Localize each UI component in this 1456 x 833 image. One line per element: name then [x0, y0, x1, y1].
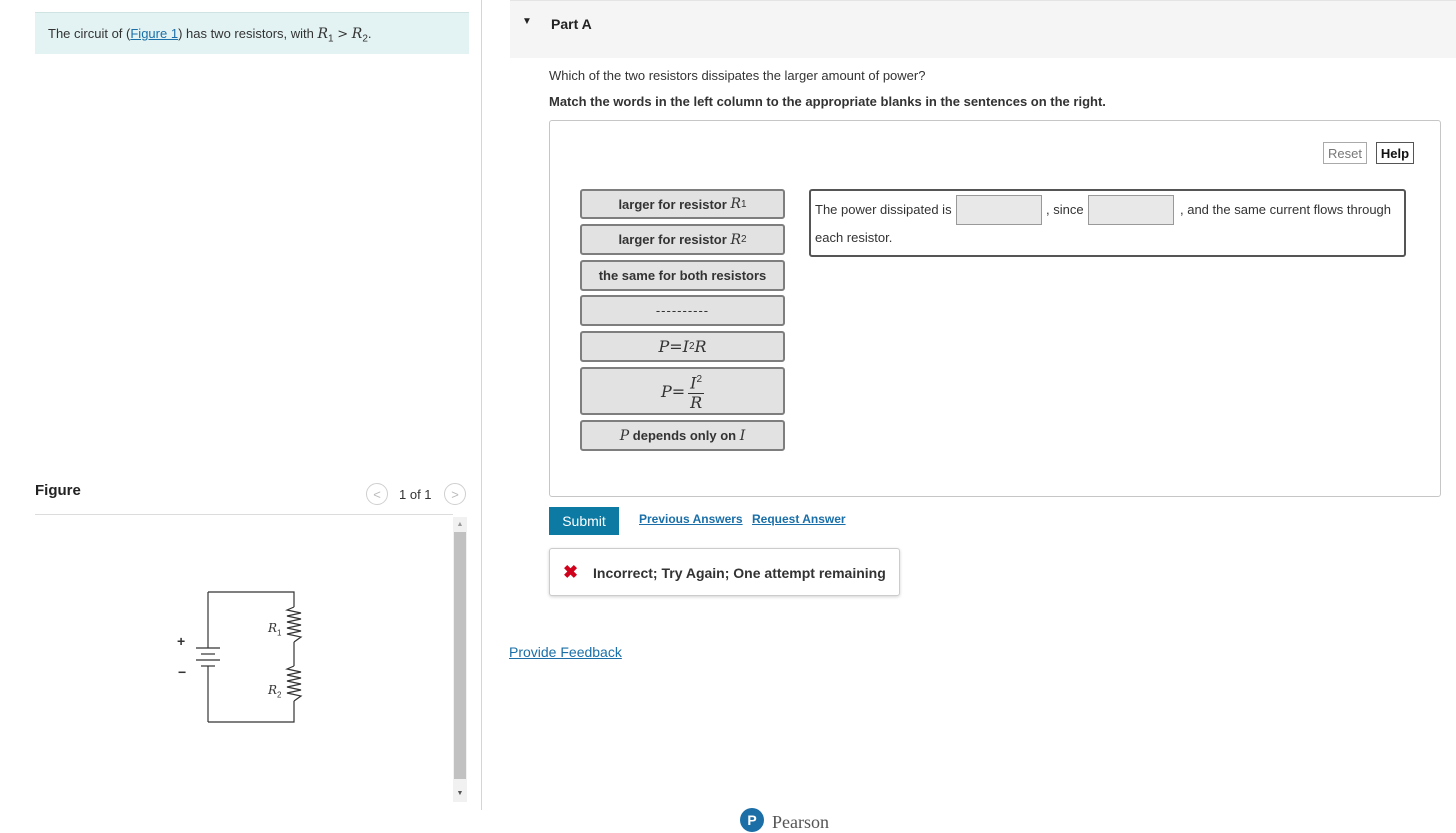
circuit-r2-label: R2 — [268, 683, 282, 699]
circuit-r2-var: R — [268, 683, 278, 697]
intro-gt: > — [337, 27, 349, 42]
intro-r1-sub: 1 — [328, 33, 334, 45]
next-figure-button[interactable]: > — [444, 483, 466, 505]
chip-i2overr-den: R — [690, 392, 703, 412]
figure-pager-count: 1 of 1 — [399, 487, 432, 502]
chip-i2overr-eq: = — [671, 381, 686, 401]
drop-blank-2[interactable] — [1088, 195, 1174, 225]
provide-feedback-link[interactable]: Provide Feedback — [509, 644, 622, 660]
scroll-up-arrow-icon[interactable]: ▲ — [453, 517, 467, 531]
feedback-message: Incorrect; Try Again; One attempt remain… — [593, 565, 886, 581]
reset-button[interactable]: Reset — [1323, 142, 1367, 164]
column-divider — [481, 0, 482, 810]
chip-same-for-both[interactable]: the same for both resistors — [580, 260, 785, 291]
intro-r1: R — [317, 26, 329, 42]
previous-figure-button[interactable]: < — [366, 483, 388, 505]
part-title: Part A — [551, 16, 592, 32]
chip-depends-p: P — [619, 427, 630, 444]
chip-p-equals-i2-over-r[interactable]: P = I2 R — [580, 367, 785, 415]
sentence-part-1: The power dissipated is — [815, 202, 952, 217]
chip-i2r-p: P — [658, 337, 670, 356]
scrollbar-thumb[interactable] — [454, 532, 466, 779]
sentence-part-3: , and the same current flows through — [1180, 202, 1392, 217]
intro-prefix: The circuit of ( — [48, 26, 131, 41]
chip-larger-for-r2[interactable]: larger for resistor R2 — [580, 224, 785, 255]
chip-i2overr-p: P — [660, 381, 672, 401]
scroll-down-arrow-icon[interactable]: ▼ — [453, 786, 467, 800]
circuit-r1-sub: 1 — [277, 628, 282, 638]
intro-period: . — [367, 26, 372, 41]
question-text: Which of the two resistors dissipates th… — [549, 68, 926, 83]
battery-plus-sign: + — [177, 633, 186, 649]
chip-depends-i: I — [739, 427, 746, 444]
intro-r2: R — [351, 26, 363, 42]
incorrect-x-icon: ✖ — [563, 562, 579, 582]
chip-i2r-eq: = — [669, 337, 683, 356]
circuit-r2-sub: 2 — [277, 690, 282, 700]
submit-button[interactable]: Submit — [549, 507, 619, 535]
chip-larger-for-r1[interactable]: larger for resistor R1 — [580, 189, 785, 219]
chevron-right-icon: > — [451, 486, 459, 502]
chip-p-equals-i2r[interactable]: P = I2R — [580, 331, 785, 362]
help-button[interactable]: Help — [1376, 142, 1414, 164]
figure-title: Figure — [35, 482, 81, 499]
chip-r2-text: larger for resistor — [618, 232, 727, 247]
part-header[interactable] — [510, 0, 1456, 58]
sentence-part-4: each resistor. — [815, 230, 893, 245]
chip-r1-sub: 1 — [740, 198, 747, 210]
figure-1-link[interactable]: Figure 1 — [130, 26, 178, 41]
chip-i2r-r: R — [694, 337, 707, 356]
instruction-text: Match the words in the left column to th… — [549, 94, 1106, 109]
battery-minus-sign: − — [178, 664, 187, 680]
request-answer-link[interactable]: Request Answer — [752, 512, 846, 526]
pearson-brand: Pearson — [772, 812, 829, 832]
previous-answers-link[interactable]: Previous Answers — [639, 512, 743, 526]
sentence-part-2: , since — [1046, 202, 1084, 217]
chip-r1-text: larger for resistor — [618, 196, 727, 212]
collapse-caret-icon[interactable]: ▼ — [522, 16, 532, 27]
chip-dashes[interactable]: ---------- — [580, 295, 785, 326]
chip-p-depends-only-on-i[interactable]: P depends only on I — [580, 420, 785, 451]
circuit-diagram — [196, 591, 303, 723]
fraction-numerator: I2 — [688, 371, 705, 394]
chip-r2-var: R — [730, 231, 741, 248]
chip-r2-sub: 2 — [740, 234, 747, 245]
chip-i2overr-exp: 2 — [696, 374, 703, 386]
fraction: I2 R — [688, 371, 705, 412]
figure-divider — [35, 514, 453, 515]
circuit-r1-label: R1 — [268, 621, 282, 637]
drop-blank-1[interactable] — [956, 195, 1042, 225]
chip-r1-var: R — [730, 196, 741, 212]
problem-intro: The circuit of (Figure 1) has two resist… — [35, 12, 469, 54]
pearson-logo-icon: P — [740, 808, 764, 832]
intro-suffix: ) has two resistors, with — [178, 26, 318, 41]
chevron-left-icon: < — [373, 486, 381, 502]
circuit-r1-var: R — [268, 621, 278, 635]
chip-depends-text: depends only on — [629, 428, 740, 443]
